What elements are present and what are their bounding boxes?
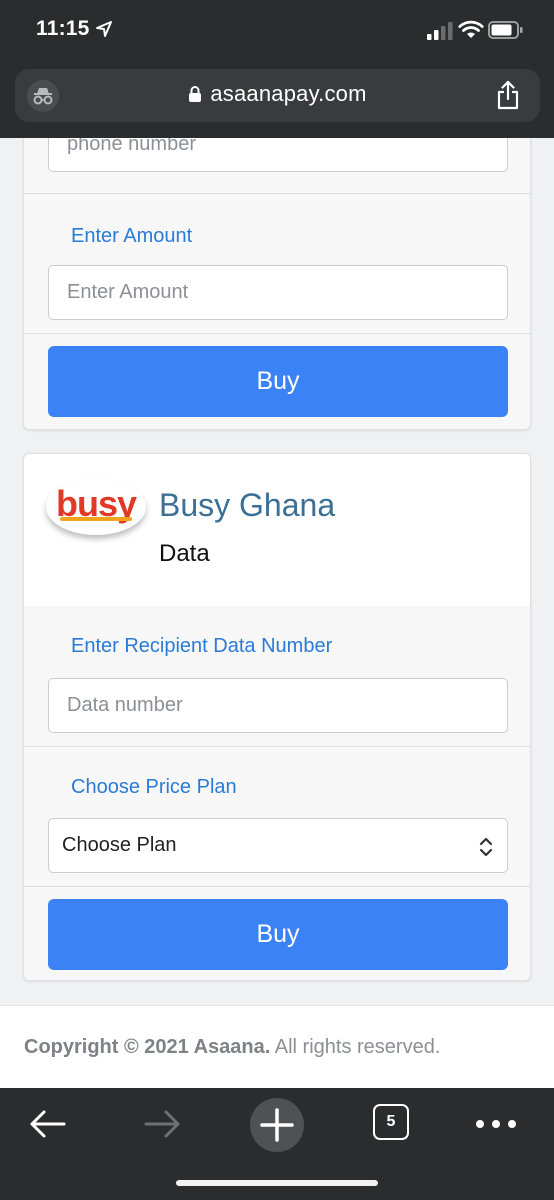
status-time: 11:15 [36, 17, 90, 40]
wifi-icon [458, 20, 484, 38]
divider [24, 886, 530, 887]
home-indicator [176, 1180, 378, 1186]
select-value: Choose Plan [62, 834, 177, 856]
card-header: busy Busy Ghana Data [24, 454, 530, 606]
divider [24, 333, 532, 334]
recipient-label: Enter Recipient Data Number [71, 635, 333, 657]
divider [24, 193, 532, 194]
divider [24, 746, 530, 747]
price-plan-label: Choose Price Plan [71, 776, 237, 798]
busy-logo: busy [46, 479, 146, 535]
share-icon[interactable] [496, 80, 520, 110]
url-display[interactable]: asaanapay.com [15, 81, 540, 107]
copyright-text: Copyright © 2021 Asaana. All rights rese… [24, 1036, 440, 1059]
location-arrow-icon [96, 21, 112, 37]
busy-data-card: busy Busy Ghana Data Enter Recipient Dat… [23, 453, 531, 981]
forward-arrow-icon[interactable] [142, 1104, 182, 1144]
page-content: Enter Amount Buy busy Busy Ghana Data En… [0, 138, 554, 1088]
service-name: Data [159, 540, 210, 567]
back-arrow-icon[interactable] [28, 1104, 68, 1144]
new-tab-button[interactable] [250, 1098, 304, 1152]
browser-toolbar: 5 [0, 1088, 554, 1200]
cellular-signal-icon [427, 22, 453, 40]
footer: Copyright © 2021 Asaana. All rights rese… [0, 1005, 554, 1088]
more-options-icon[interactable] [474, 1104, 518, 1144]
buy-airtime-button[interactable]: Buy [48, 346, 508, 417]
data-number-input[interactable] [48, 678, 508, 733]
chevron-up-down-icon [479, 837, 493, 857]
tabs-button[interactable]: 5 [373, 1104, 409, 1140]
lock-icon [189, 86, 202, 102]
address-bar[interactable]: asaanapay.com [15, 69, 540, 122]
brand-name: Busy Ghana [159, 487, 336, 523]
price-plan-select[interactable]: Choose Plan [48, 818, 508, 873]
buy-data-button[interactable]: Buy [48, 899, 508, 970]
airtime-card: Enter Amount Buy [23, 138, 532, 430]
plus-icon [260, 1108, 294, 1142]
battery-icon [488, 21, 523, 39]
url-text: asaanapay.com [210, 81, 367, 106]
browser-top-chrome: 11:15 asaanapay.com [0, 0, 554, 138]
amount-label: Enter Amount [71, 225, 193, 247]
logo-underline [60, 517, 132, 521]
amount-input[interactable] [48, 265, 508, 320]
phone-number-input[interactable] [48, 138, 508, 172]
copyright-bold: Copyright © 2021 Asaana. [24, 1036, 271, 1058]
status-bar: 11:15 [0, 0, 554, 62]
copyright-rest: All rights reserved. [274, 1036, 441, 1058]
